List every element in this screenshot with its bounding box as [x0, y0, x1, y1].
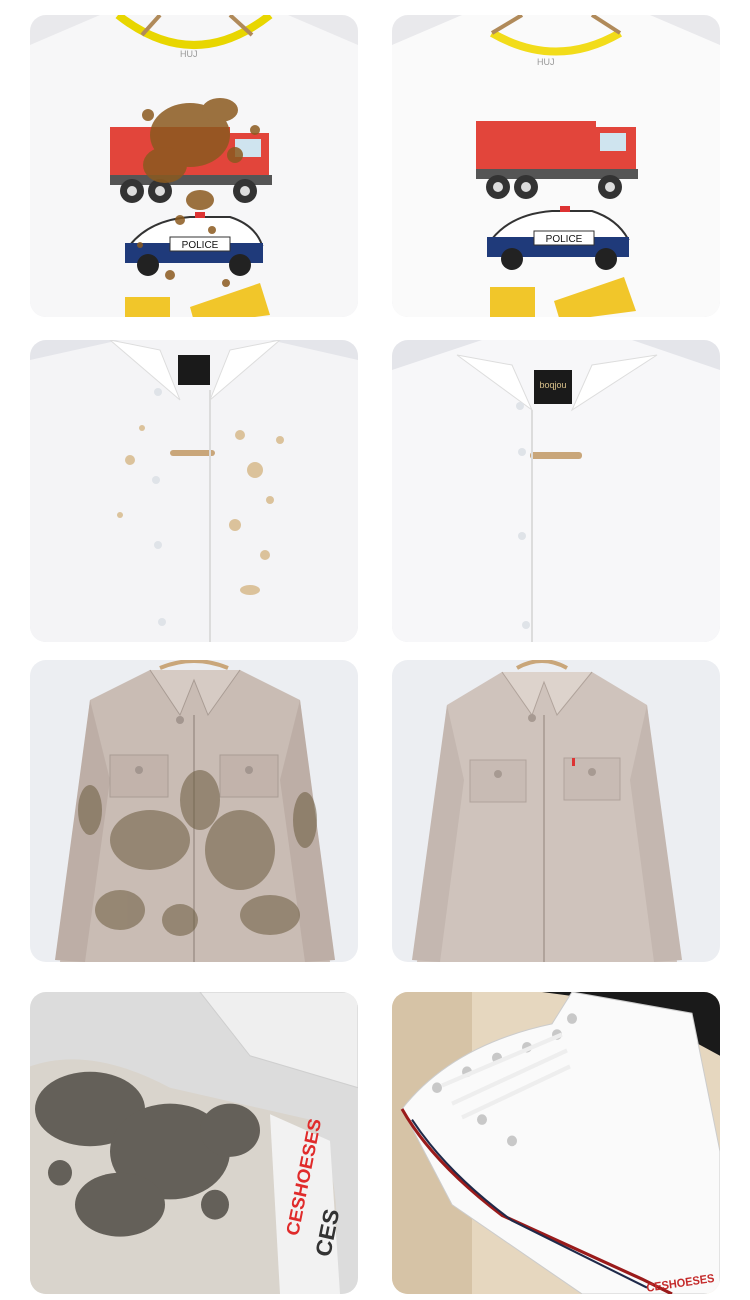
police-print-label: POLICE: [182, 240, 219, 251]
jacket-after-photo: [392, 660, 720, 962]
tshirt-after-photo: HUJ POLICE: [392, 15, 720, 317]
collar-brand-label: boqjou: [539, 380, 566, 390]
jacket-before-image: [30, 660, 358, 962]
white-shirt-before-image: [30, 340, 358, 642]
white-shirt-after-photo: boqjou: [392, 340, 720, 642]
tshirt-before-image: HUJ POLICE: [30, 15, 358, 317]
white-shirt-before-photo: [30, 340, 358, 642]
tshirt-after-image: HUJ POLICE: [392, 15, 720, 317]
tshirt-before-photo: HUJ POLICE: [30, 15, 358, 317]
sneaker-before-image: CESHOESES CES: [30, 992, 358, 1294]
sneaker-before-photo: CESHOESES CES: [30, 992, 358, 1294]
white-shirt-after-image: boqjou: [392, 340, 720, 642]
police-print-label: POLICE: [546, 234, 583, 245]
svg-text:HUJ: HUJ: [180, 49, 198, 59]
sneaker-after-image: CESHOESES: [392, 992, 720, 1294]
svg-text:HUJ: HUJ: [537, 57, 555, 67]
sneaker-after-photo: CESHOESES: [392, 992, 720, 1294]
jacket-before-photo: [30, 660, 358, 962]
jacket-after-image: [392, 660, 720, 962]
